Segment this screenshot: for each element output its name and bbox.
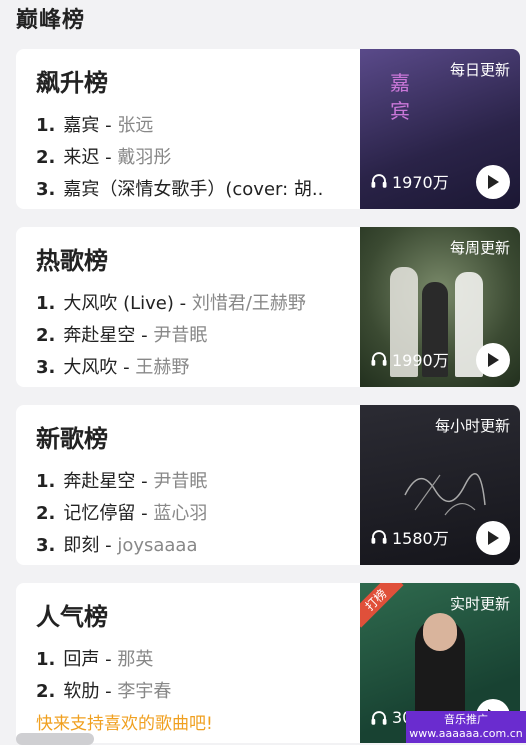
play-icon — [488, 531, 499, 545]
chart-card-new[interactable]: 新歌榜 1. 奔赴星空 - 尹昔眠 2. 记忆停留 - 蓝心羽 3. 即刻 - joy… — [16, 405, 520, 565]
rank-number: 2. — [36, 147, 56, 168]
update-frequency: 每周更新 — [449, 239, 510, 257]
list-item[interactable]: 1. 奔赴星空 - 尹昔眠 — [36, 467, 356, 493]
headphones-icon — [371, 710, 387, 725]
rank-number: 3. — [36, 179, 56, 200]
artist-name: 蓝心羽 — [153, 503, 208, 524]
chart-card-soaring[interactable]: 飙升榜 1. 嘉宾 - 张远 2. 来迟 - 戴羽彤 3. 嘉宾（深情女歌手）(cov… — [16, 49, 520, 209]
watermark: 音乐推广 www.aaaaaa.com.cn — [406, 711, 526, 743]
cover-art: 嘉宾 — [390, 71, 410, 123]
chart-card-hot[interactable]: 热歌榜 1. 大风吹 (Live) - 刘惜君/王赫野 2. 奔赴星空 - 尹昔眠 … — [16, 227, 520, 387]
artist-name: 那英 — [117, 649, 154, 670]
play-count: 1970万 — [370, 169, 449, 193]
song-name: 回声 — [63, 649, 100, 670]
card-title: 人气榜 — [36, 603, 108, 631]
song-name: 奔赴星空 — [63, 471, 136, 492]
card-title: 热歌榜 — [36, 247, 108, 275]
play-button[interactable] — [476, 521, 510, 555]
section-title: 巅峰榜 — [16, 8, 86, 33]
list-item[interactable]: 3. 嘉宾（深情女歌手）(cover: 胡.. — [36, 175, 356, 201]
cover-image[interactable]: 每周更新 1990万 — [360, 227, 520, 387]
list-item[interactable]: 3. 即刻 - joysaaaa — [36, 531, 356, 557]
song-name: 大风吹 — [63, 357, 118, 378]
song-name: 嘉宾（深情女歌手）(cover: 胡.. — [63, 179, 324, 200]
song-name: 软肋 — [63, 681, 100, 702]
song-name: 记忆停留 — [63, 503, 136, 524]
rank-number: 3. — [36, 535, 56, 556]
cover-image[interactable]: 每小时更新 1580万 — [360, 405, 520, 565]
update-frequency: 每小时更新 — [434, 417, 510, 435]
rank-number: 1. — [36, 115, 56, 136]
list-item[interactable]: 3. 大风吹 - 王赫野 — [36, 353, 356, 379]
rank-number: 2. — [36, 325, 56, 346]
song-name: 大风吹 (Live) — [63, 293, 174, 314]
artist-name: 刘惜君/王赫野 — [191, 293, 306, 314]
promo-link[interactable]: 快来支持喜欢的歌曲吧! — [36, 709, 213, 734]
rank-number: 2. — [36, 681, 56, 702]
artist-name: 尹昔眠 — [153, 471, 208, 492]
rank-number: 3. — [36, 357, 56, 378]
headphones-icon — [371, 352, 387, 366]
rank-number: 1. — [36, 471, 56, 492]
headphones-icon — [371, 530, 387, 544]
play-count: 1990万 — [370, 347, 449, 371]
rank-number: 1. — [36, 649, 56, 670]
artist-name: 戴羽彤 — [117, 147, 172, 168]
card-title: 新歌榜 — [36, 425, 108, 453]
song-name: 即刻 — [63, 535, 100, 556]
play-icon — [488, 175, 499, 189]
play-count: 1580万 — [370, 525, 449, 549]
update-frequency: 每日更新 — [449, 61, 510, 79]
song-name: 嘉宾 — [63, 115, 100, 136]
update-frequency: 实时更新 — [449, 595, 510, 613]
list-item[interactable]: 2. 软肋 - 李宇春 — [36, 677, 356, 703]
chart-badge: 打榜 — [360, 583, 404, 628]
card-title: 飙升榜 — [36, 69, 108, 97]
scrollbar-thumb[interactable] — [16, 733, 94, 745]
song-name: 来迟 — [63, 147, 100, 168]
artist-name: 李宇春 — [117, 681, 172, 702]
artist-name: 王赫野 — [135, 357, 190, 378]
rank-number: 1. — [36, 293, 56, 314]
cover-image[interactable]: 嘉宾 每日更新 1970万 — [360, 49, 520, 209]
song-name: 奔赴星空 — [63, 325, 136, 346]
play-button[interactable] — [476, 165, 510, 199]
play-button[interactable] — [476, 343, 510, 377]
artist-name: joysaaaa — [117, 535, 198, 556]
artist-name: 尹昔眠 — [153, 325, 208, 346]
list-item[interactable]: 2. 奔赴星空 - 尹昔眠 — [36, 321, 356, 347]
play-icon — [488, 353, 499, 367]
headphones-icon — [371, 174, 387, 188]
list-item[interactable]: 1. 嘉宾 - 张远 — [36, 111, 356, 137]
artist-name: 张远 — [117, 115, 154, 136]
list-item[interactable]: 2. 记忆停留 - 蓝心羽 — [36, 499, 356, 525]
list-item[interactable]: 1. 大风吹 (Live) - 刘惜君/王赫野 — [36, 289, 356, 315]
list-item[interactable]: 2. 来迟 - 戴羽彤 — [36, 143, 356, 169]
list-item[interactable]: 1. 回声 - 那英 — [36, 645, 356, 671]
rank-number: 2. — [36, 503, 56, 524]
